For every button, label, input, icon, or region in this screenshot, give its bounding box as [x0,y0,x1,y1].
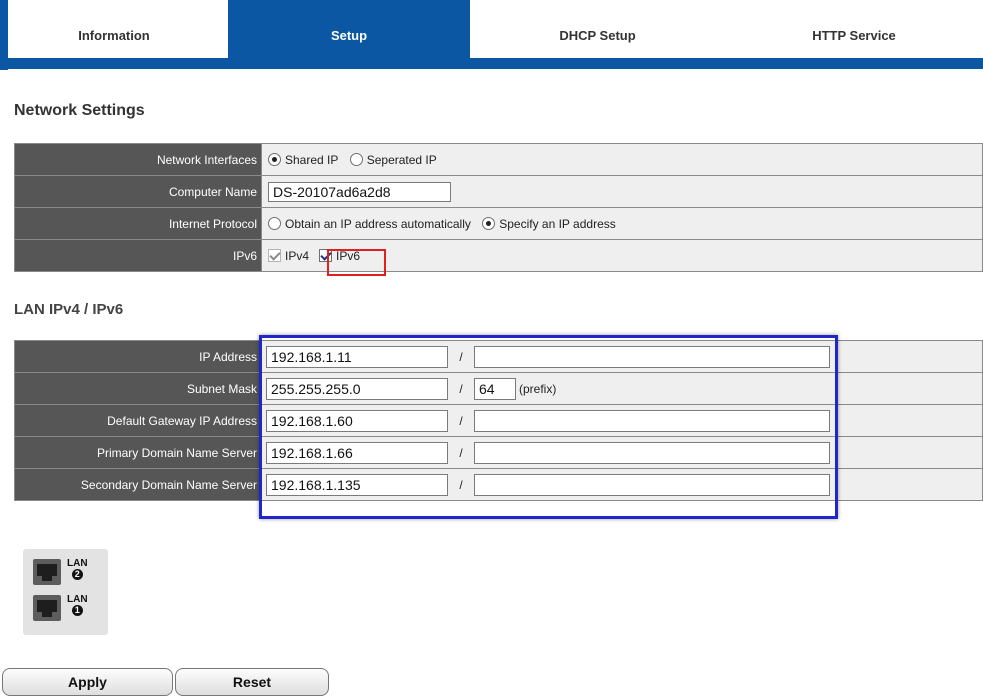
apply-button[interactable]: Apply [2,668,173,696]
lan-port-icon[interactable] [33,595,61,621]
tab-dhcp-setup[interactable]: DHCP Setup [470,0,725,58]
subnet-mask-label: Subnet Mask [14,372,262,405]
tab-setup[interactable]: Setup [228,0,470,58]
lan-highlight-box [259,335,838,519]
network-interfaces-row: Network Interfaces Shared IP Seperated I… [14,143,983,176]
specify-ip-radio[interactable] [482,217,496,231]
network-interfaces-label: Network Interfaces [14,143,262,176]
tab-bar: Information Setup DHCP Setup HTTP Servic… [0,0,983,58]
lan-port-label: LAN 1 [67,594,88,616]
computer-name-row: Computer Name [14,175,983,208]
internet-protocol-field: Obtain an IP address automatically Speci… [261,207,983,240]
seperated-ip-label[interactable]: Seperated IP [367,153,437,167]
ip-address-label: IP Address [14,340,262,373]
ipv6-row-label: IPv6 [14,239,262,272]
lan-port-icon[interactable] [33,559,61,585]
network-settings-title: Network Settings [14,102,145,119]
network-interfaces-field: Shared IP Seperated IP [261,143,983,176]
shared-ip-label[interactable]: Shared IP [285,153,338,167]
lan-title: LAN IPv4 / IPv6 [14,301,124,318]
primary-dns-label: Primary Domain Name Server [14,436,262,469]
ipv6-highlight-box [327,249,386,276]
obtain-ip-radio[interactable] [268,217,281,231]
internet-protocol-row: Internet Protocol Obtain an IP address a… [14,207,983,240]
obtain-ip-label[interactable]: Obtain an IP address automatically [285,217,471,231]
network-settings-table: Network Interfaces Shared IP Seperated I… [14,143,983,272]
computer-name-field [261,175,983,208]
lan-port-panel: LAN 2 LAN 1 [23,549,108,635]
shared-ip-radio[interactable] [268,153,281,167]
seperated-ip-radio[interactable] [349,153,363,167]
ipv4-checkbox-label: IPv4 [285,248,310,263]
computer-name-input[interactable] [268,181,451,202]
computer-name-label: Computer Name [14,175,262,208]
tab-underline [0,58,983,69]
tab-information[interactable]: Information [0,0,228,58]
default-gateway-label: Default Gateway IP Address [14,404,262,437]
ipv4-checkbox[interactable] [268,249,281,263]
reset-button[interactable]: Reset [175,668,329,696]
lan-port-label: LAN 2 [67,558,88,580]
specify-ip-label[interactable]: Specify an IP address [499,217,616,231]
tab-http-service[interactable]: HTTP Service [725,0,983,58]
ipv6-row: IPv6 IPv4 IPv6 [14,239,983,272]
internet-protocol-label: Internet Protocol [14,207,262,240]
secondary-dns-label: Secondary Domain Name Server [14,468,262,501]
